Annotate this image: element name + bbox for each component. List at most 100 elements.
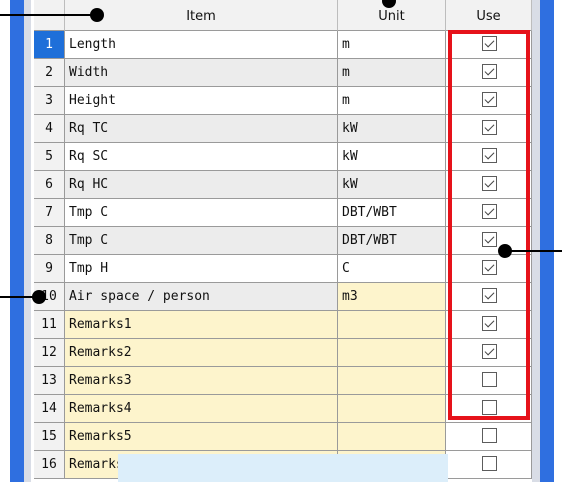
unit-cell[interactable]: kW (338, 143, 446, 170)
use-cell[interactable] (446, 199, 532, 226)
item-cell[interactable]: Length (65, 31, 338, 58)
use-checkbox[interactable] (482, 176, 497, 191)
use-checkbox[interactable] (482, 64, 497, 79)
use-cell[interactable] (446, 451, 532, 478)
unit-cell[interactable] (338, 367, 446, 394)
use-checkbox[interactable] (482, 428, 497, 443)
row-number[interactable]: 7 (34, 199, 65, 226)
item-cell[interactable]: Tmp C (65, 227, 338, 254)
header-item[interactable]: Item (65, 0, 338, 31)
use-cell[interactable] (446, 87, 532, 114)
item-cell[interactable]: Remarks1 (65, 311, 338, 338)
unit-cell[interactable] (338, 395, 446, 422)
item-cell[interactable]: Width (65, 59, 338, 86)
header-use[interactable]: Use (446, 0, 532, 31)
table-row[interactable]: 4 Rq TC kW (34, 115, 532, 143)
use-checkbox[interactable] (482, 372, 497, 387)
use-checkbox[interactable] (482, 120, 497, 135)
unit-cell[interactable] (338, 311, 446, 338)
use-cell[interactable] (446, 115, 532, 142)
use-checkbox[interactable] (482, 456, 497, 471)
horizontal-scrollbar[interactable] (118, 454, 448, 482)
row-number[interactable]: 11 (34, 311, 65, 338)
item-cell[interactable]: Rq HC (65, 171, 338, 198)
row-number[interactable]: 8 (34, 227, 65, 254)
use-checkbox[interactable] (482, 260, 497, 275)
use-cell[interactable] (446, 143, 532, 170)
item-cell[interactable]: Rq SC (65, 143, 338, 170)
item-cell[interactable]: Remarks4 (65, 395, 338, 422)
row-number[interactable]: 5 (34, 143, 65, 170)
vertical-scrollbar-track[interactable] (532, 0, 540, 482)
table-row[interactable]: 9 Tmp HC (34, 255, 532, 283)
unit-cell[interactable]: m3 (338, 283, 446, 310)
use-checkbox[interactable] (482, 288, 497, 303)
table-row[interactable]: 11 Remarks1 (34, 311, 532, 339)
table-row[interactable]: 15 Remarks5 (34, 423, 532, 451)
use-checkbox[interactable] (482, 344, 497, 359)
table-row[interactable]: 2 Width m (34, 59, 532, 87)
callout-dot-row10 (32, 290, 46, 304)
row-number[interactable]: 9 (34, 255, 65, 282)
row-number[interactable]: 2 (34, 59, 65, 86)
item-cell[interactable]: Remarks3 (65, 367, 338, 394)
callout-dot-checkbox (498, 244, 512, 258)
use-cell[interactable] (446, 255, 532, 282)
row-number[interactable]: 3 (34, 87, 65, 114)
use-cell[interactable] (446, 283, 532, 310)
table-row[interactable]: 8 Tmp C DBT/WBT (34, 227, 532, 255)
item-cell[interactable]: Tmp H (65, 255, 338, 282)
unit-cell[interactable]: DBT/WBT (338, 227, 446, 254)
use-checkbox[interactable] (482, 36, 497, 51)
use-cell[interactable] (446, 339, 532, 366)
unit-cell[interactable]: m (338, 31, 446, 58)
unit-cell[interactable]: DBT/WBT (338, 199, 446, 226)
use-cell[interactable] (446, 171, 532, 198)
item-cell[interactable]: Remarks2 (65, 339, 338, 366)
unit-cell[interactable] (338, 423, 446, 450)
row-number[interactable]: 13 (34, 367, 65, 394)
row-number[interactable]: 4 (34, 115, 65, 142)
table-row[interactable]: 10 Air space / person m3 (34, 283, 532, 311)
table-row[interactable]: 13 Remarks3 (34, 367, 532, 395)
row-number[interactable]: 12 (34, 339, 65, 366)
row-number[interactable]: 15 (34, 423, 65, 450)
unit-cell[interactable]: m (338, 87, 446, 114)
callout-dot-item (90, 8, 104, 22)
row-number[interactable]: 14 (34, 395, 65, 422)
row-number[interactable]: 6 (34, 171, 65, 198)
unit-cell[interactable] (338, 339, 446, 366)
table-row[interactable]: 3 Height m (34, 87, 532, 115)
unit-cell[interactable]: kW (338, 115, 446, 142)
left-window-frame (10, 0, 24, 482)
unit-cell[interactable]: m (338, 59, 446, 86)
use-checkbox[interactable] (482, 204, 497, 219)
item-cell[interactable]: Rq TC (65, 115, 338, 142)
use-cell[interactable] (446, 311, 532, 338)
item-cell[interactable]: Remarks5 (65, 423, 338, 450)
table-row[interactable]: 12 Remarks2 (34, 339, 532, 367)
unit-cell[interactable]: kW (338, 171, 446, 198)
table-row[interactable]: 7 Tmp C DBT/WBT (34, 199, 532, 227)
use-checkbox[interactable] (482, 92, 497, 107)
use-cell[interactable] (446, 423, 532, 450)
callout-line-checkbox (506, 250, 562, 252)
table-row[interactable]: 6 Rq HC kW (34, 171, 532, 199)
item-cell[interactable]: Tmp C (65, 199, 338, 226)
row-number[interactable]: 16 (34, 451, 65, 478)
use-cell[interactable] (446, 59, 532, 86)
use-checkbox[interactable] (482, 232, 497, 247)
use-checkbox[interactable] (482, 148, 497, 163)
table-row[interactable]: 1 Length m (34, 31, 532, 59)
row-number[interactable]: 1 (34, 31, 65, 58)
use-checkbox[interactable] (482, 400, 497, 415)
item-cell[interactable]: Air space / person (65, 283, 338, 310)
unit-cell[interactable]: C (338, 255, 446, 282)
table-row[interactable]: 14 Remarks4 (34, 395, 532, 423)
item-cell[interactable]: Height (65, 87, 338, 114)
table-row[interactable]: 5 Rq SC kW (34, 143, 532, 171)
use-cell[interactable] (446, 31, 532, 58)
use-cell[interactable] (446, 395, 532, 422)
use-cell[interactable] (446, 367, 532, 394)
use-checkbox[interactable] (482, 316, 497, 331)
